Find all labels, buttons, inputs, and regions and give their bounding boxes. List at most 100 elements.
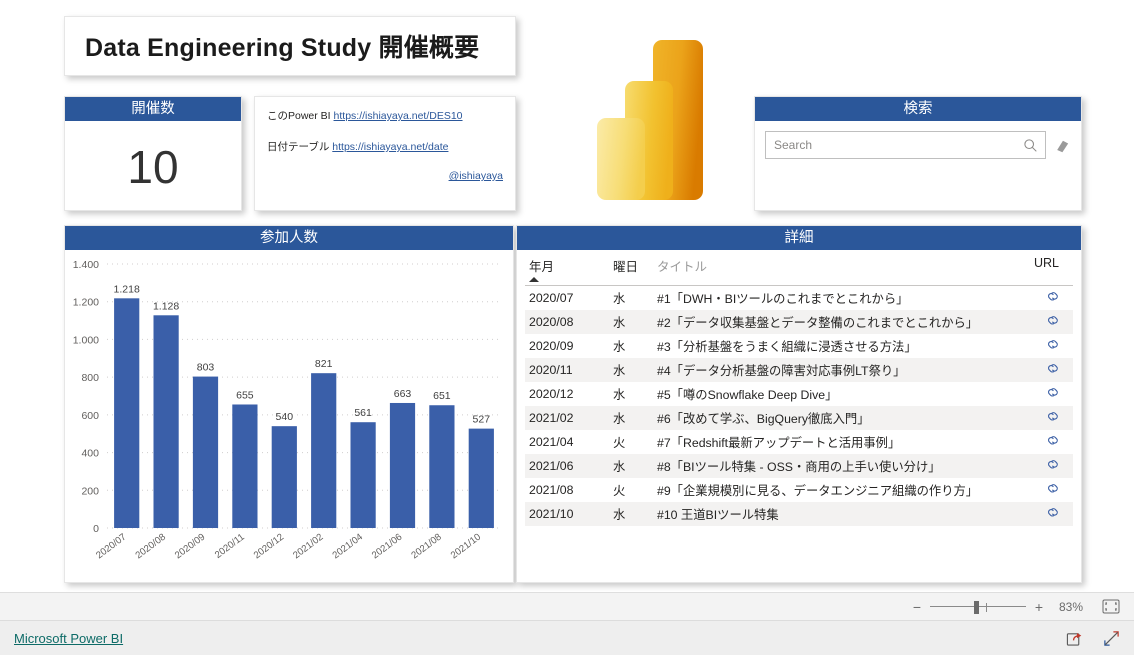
cell-ym: 2020/09 xyxy=(529,339,574,353)
bar-data-label: 540 xyxy=(276,411,294,423)
bar[interactable] xyxy=(153,315,179,528)
cell-url[interactable] xyxy=(1003,406,1073,430)
bar-chart: 0 200 400 600 800 1.000 1.200 1.400 1.218 2020/07… xyxy=(73,259,501,562)
link-icon[interactable] xyxy=(1046,338,1061,351)
power-bi-report-page: Data Engineering Study 開催概要 開催数 10 このPow… xyxy=(0,0,1134,655)
sort-spacer-dow xyxy=(609,277,653,286)
share-icon[interactable] xyxy=(1066,630,1083,647)
bar-data-label: 561 xyxy=(354,407,372,419)
table-row[interactable]: 2021/10 水 #10 王道BIツール特集 xyxy=(525,502,1073,526)
cell-url[interactable] xyxy=(1003,478,1073,502)
column-header-dow[interactable]: 曜日 xyxy=(609,250,653,277)
cell-title: #5「噂のSnowflake Deep Dive」 xyxy=(657,388,838,402)
bar[interactable] xyxy=(350,422,376,528)
link-icon[interactable] xyxy=(1046,410,1061,423)
x-axis-tick-label: 2021/04 xyxy=(331,531,366,561)
link-icon[interactable] xyxy=(1046,290,1061,303)
search-input[interactable] xyxy=(766,132,1045,158)
bar[interactable] xyxy=(389,402,416,528)
table-row[interactable]: 2021/06 水 #8「BIツール特集 - OSS・商用の上手い使い分け」 xyxy=(525,454,1073,478)
table-row[interactable]: 2021/08 火 #9「企業規模別に見る、データエンジニア組織の作り方」 xyxy=(525,478,1073,502)
cell-ym: 2021/06 xyxy=(529,459,574,473)
kpi-card[interactable]: 開催数 10 xyxy=(64,96,242,211)
table-row[interactable]: 2020/12 水 #5「噂のSnowflake Deep Dive」 xyxy=(525,382,1073,406)
y-axis-tick-label: 800 xyxy=(81,372,99,384)
bar[interactable] xyxy=(232,404,258,528)
report-url-link[interactable]: https://ishiayaya.net/DES10 xyxy=(334,110,463,122)
zoom-slider-thumb[interactable] xyxy=(974,600,979,614)
cell-url[interactable] xyxy=(1003,382,1073,406)
power-bi-logo xyxy=(591,36,707,204)
details-table-card[interactable]: 詳細 年月 曜日 タイトル URL 2020/07 水 #1「DWH・BIツール… xyxy=(516,225,1082,583)
table-row[interactable]: 2020/07 水 #1「DWH・BIツールのこれまでとこれから」 xyxy=(525,286,1073,311)
zoom-out-button[interactable]: − xyxy=(908,599,926,615)
fullscreen-icon[interactable] xyxy=(1103,630,1120,647)
participants-chart-card[interactable]: 参加人数 0 200 400 600 800 1.000 1.200 1.400 1.218 20… xyxy=(64,225,514,583)
logo-bar-short xyxy=(597,118,645,200)
author-handle-link[interactable]: @ishiayaya xyxy=(449,170,503,182)
bar[interactable] xyxy=(311,373,337,528)
bar[interactable] xyxy=(192,376,219,528)
cell-ym: 2021/08 xyxy=(529,483,574,497)
table-row[interactable]: 2020/11 水 #4「データ分析基盤の障害対応事例LT祭り」 xyxy=(525,358,1073,382)
column-header-url[interactable]: URL xyxy=(1003,250,1073,277)
link-icon[interactable] xyxy=(1046,434,1061,447)
x-axis-tick-label: 2020/09 xyxy=(173,532,207,562)
x-axis-tick-label: 2020/11 xyxy=(213,532,247,561)
table-row[interactable]: 2020/08 水 #2「データ収集基盤とデータ整備のこれまでとこれから」 xyxy=(525,310,1073,334)
x-axis-tick-label: 2021/08 xyxy=(409,532,443,562)
zoom-in-button[interactable]: + xyxy=(1030,599,1048,615)
column-header-ym[interactable]: 年月 xyxy=(525,250,609,277)
y-axis-tick-label: 400 xyxy=(81,448,99,460)
cell-url[interactable] xyxy=(1003,286,1073,311)
cell-url[interactable] xyxy=(1003,310,1073,334)
sort-ascending-icon xyxy=(529,277,539,282)
sort-spacer-title xyxy=(653,277,1003,286)
link-icon[interactable] xyxy=(1046,386,1061,399)
x-axis-tick-label: 2020/07 xyxy=(94,532,128,562)
fit-to-page-icon[interactable] xyxy=(1102,599,1120,614)
link-label-report: このPower BI xyxy=(267,110,331,122)
table-row[interactable]: 2021/04 火 #7「Redshift最新アップデートと活用事例」 xyxy=(525,430,1073,454)
cell-title: #10 王道BIツール特集 xyxy=(657,508,779,522)
bar-data-label: 527 xyxy=(473,414,491,426)
link-icon[interactable] xyxy=(1046,314,1061,327)
link-icon[interactable] xyxy=(1046,362,1061,375)
cell-dow: 水 xyxy=(613,460,626,474)
link-icon[interactable] xyxy=(1046,458,1061,471)
page-title: Data Engineering Study 開催概要 xyxy=(85,34,480,62)
search-icon[interactable] xyxy=(1023,138,1038,153)
bar[interactable] xyxy=(114,298,140,528)
link-icon[interactable] xyxy=(1046,482,1061,495)
cell-url[interactable] xyxy=(1003,358,1073,382)
cell-url[interactable] xyxy=(1003,502,1073,526)
table-row[interactable]: 2021/02 水 #6「改めて学ぶ、BigQuery徹底入門」 xyxy=(525,406,1073,430)
column-header-title[interactable]: タイトル xyxy=(653,250,1003,277)
cell-ym: 2020/07 xyxy=(529,291,574,305)
date-table-url-link[interactable]: https://ishiayaya.net/date xyxy=(332,141,448,153)
bar[interactable] xyxy=(429,405,455,528)
y-axis-tick-label: 200 xyxy=(81,485,99,497)
cell-title: #8「BIツール特集 - OSS・商用の上手い使い分け」 xyxy=(657,460,941,474)
link-icon[interactable] xyxy=(1046,506,1061,519)
zoom-slider[interactable] xyxy=(930,600,1026,614)
zoom-toolbar: − + 83% xyxy=(0,592,1134,621)
status-bar-icons xyxy=(1066,630,1120,647)
cell-ym: 2021/10 xyxy=(529,507,574,521)
cell-dow: 水 xyxy=(613,340,626,354)
chart-plot-area[interactable]: 0 200 400 600 800 1.000 1.200 1.400 1.218 2020/07… xyxy=(65,250,513,584)
bar[interactable] xyxy=(468,428,494,528)
cell-url[interactable] xyxy=(1003,334,1073,358)
cell-url[interactable] xyxy=(1003,454,1073,478)
author-handle: @ishiayaya xyxy=(267,170,503,182)
cell-url[interactable] xyxy=(1003,430,1073,454)
x-axis-tick-label: 2021/06 xyxy=(370,532,404,562)
search-input-wrapper[interactable] xyxy=(765,131,1046,159)
x-axis-tick-label: 2021/10 xyxy=(449,532,483,562)
bar[interactable] xyxy=(271,426,297,528)
eraser-icon[interactable] xyxy=(1054,137,1071,154)
microsoft-power-bi-link[interactable]: Microsoft Power BI xyxy=(14,631,123,646)
link-label-datetable: 日付テーブル xyxy=(267,141,330,153)
cell-title: #9「企業規模別に見る、データエンジニア組織の作り方」 xyxy=(657,484,979,498)
table-row[interactable]: 2020/09 水 #3「分析基盤をうまく組織に浸透させる方法」 xyxy=(525,334,1073,358)
